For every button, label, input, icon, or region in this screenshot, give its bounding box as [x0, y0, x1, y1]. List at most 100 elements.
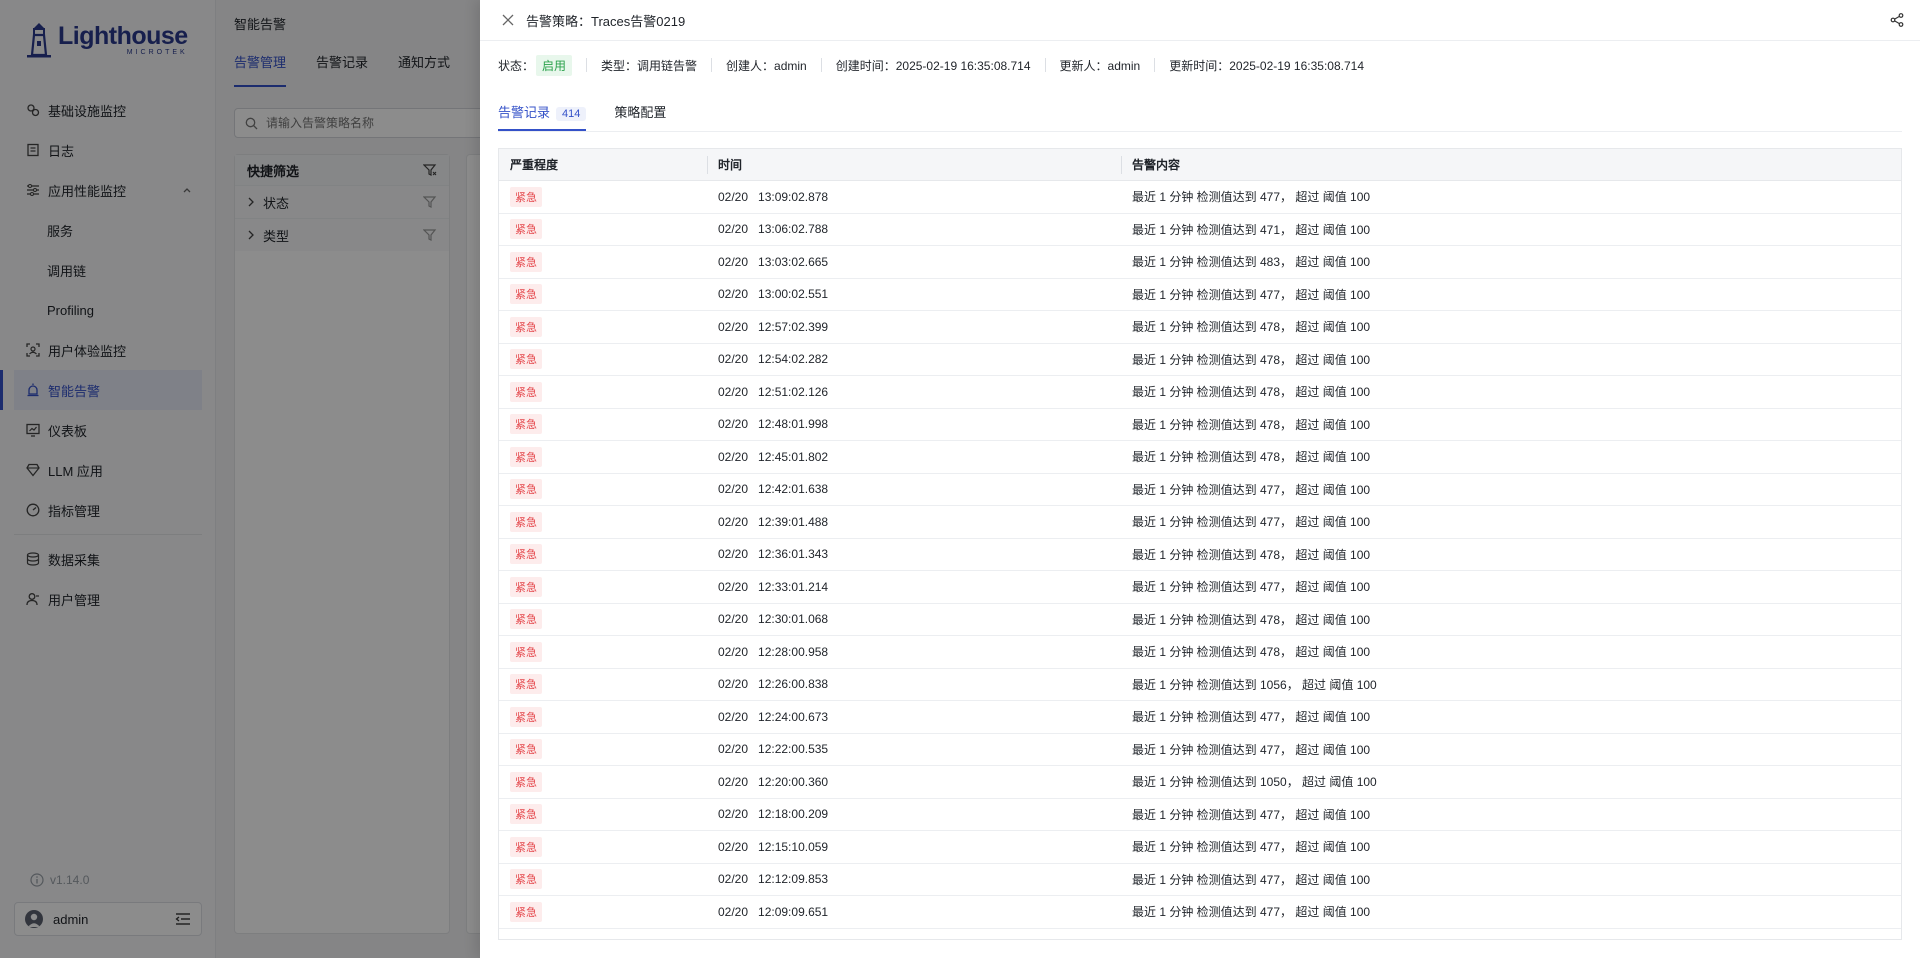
content-cell: 最近 1 分钟 检测值达到 478， 超过 阈值 100 [1132, 547, 1371, 562]
table-header: 严重程度 时间 告警内容 [499, 149, 1901, 181]
severity-cell: 紧急 [499, 311, 707, 343]
drawer-title: 告警策略：Traces告警0219 [526, 13, 686, 29]
time-cell: 02/20 13:00:02.551 [707, 279, 1121, 311]
severity-badge: 紧急 [510, 836, 542, 857]
time-cell: 02/20 12:51:02.126 [707, 376, 1121, 408]
alert-records-table: 严重程度 时间 告警内容 紧急 02/20 13:09:02.878 最近 1 分钟 … [498, 148, 1902, 940]
column-time[interactable]: 时间 [707, 149, 1121, 180]
time-cell: 02/20 12:15:10.059 [707, 831, 1121, 863]
alert-date: 02/20 [718, 287, 749, 302]
alert-date: 02/20 [718, 547, 749, 562]
table-row[interactable]: 紧急 02/20 12:51:02.126 最近 1 分钟 检测值达到 478， 超过… [499, 376, 1901, 409]
content-cell: 最近 1 分钟 检测值达到 477， 超过 阈值 100 [1132, 482, 1371, 497]
severity-badge: 紧急 [510, 869, 542, 890]
modal-mask[interactable] [0, 0, 480, 958]
alert-date: 02/20 [718, 449, 749, 464]
time-cell: 02/20 12:28:00.958 [707, 636, 1121, 668]
severity-badge: 紧急 [510, 544, 542, 565]
severity-badge: 紧急 [510, 446, 542, 467]
table-row[interactable]: 紧急 02/20 12:22:00.535 最近 1 分钟 检测值达到 477， 超过… [499, 734, 1901, 766]
table-row[interactable]: 紧急 02/20 12:30:01.068 最近 1 分钟 检测值达到 478， 超过… [499, 604, 1901, 636]
severity-badge: 紧急 [510, 381, 542, 402]
alert-time: 12:18:00.209 [758, 807, 829, 822]
table-row[interactable]: 紧急 02/20 12:36:01.343 最近 1 分钟 检测值达到 478， 超过… [499, 539, 1901, 571]
alert-date: 02/20 [718, 482, 749, 497]
column-content[interactable]: 告警内容 [1121, 149, 1901, 180]
alert-date: 02/20 [718, 709, 749, 724]
content-cell: 最近 1 分钟 检测值达到 477， 超过 阈值 100 [1132, 905, 1371, 920]
table-row[interactable]: 紧急 02/20 12:24:00.673 最近 1 分钟 检测值达到 477， 超过… [499, 701, 1901, 734]
severity-badge: 紧急 [510, 609, 542, 630]
table-row[interactable]: 紧急 02/20 12:57:02.399 最近 1 分钟 检测值达到 478， 超过… [499, 311, 1901, 344]
severity-badge: 紧急 [510, 511, 542, 532]
severity-badge: 紧急 [510, 186, 542, 207]
severity-cell: 紧急 [499, 864, 707, 896]
severity-cell: 紧急 [499, 604, 707, 636]
time-cell: 02/20 12:22:00.535 [707, 734, 1121, 766]
table-row[interactable]: 紧急 02/20 12:54:02.282 最近 1 分钟 检测值达到 478， 超过… [499, 344, 1901, 376]
alert-date: 02/20 [718, 384, 749, 399]
alert-time: 12:36:01.343 [758, 547, 829, 562]
table-row[interactable]: 紧急 02/20 12:12:09.853 最近 1 分钟 检测值达到 477， 超过… [499, 864, 1901, 896]
table-row[interactable]: 紧急 02/20 13:06:02.788 最近 1 分钟 检测值达到 471， 超过… [499, 214, 1901, 246]
severity-badge: 紧急 [510, 706, 542, 727]
status-badge: 启用 [536, 54, 573, 76]
alert-date: 02/20 [718, 352, 749, 367]
close-icon[interactable] [500, 12, 516, 28]
alert-date: 02/20 [718, 872, 749, 887]
content-cell: 最近 1 分钟 检测值达到 1056， 超过 阈值 100 [1132, 677, 1377, 692]
severity-cell: 紧急 [499, 636, 707, 668]
severity-badge: 紧急 [510, 804, 542, 825]
alert-time: 13:00:02.551 [758, 287, 829, 302]
severity-cell: 紧急 [499, 344, 707, 376]
content-cell: 最近 1 分钟 检测值达到 477， 超过 阈值 100 [1132, 287, 1371, 302]
alert-time: 12:45:01.802 [758, 449, 829, 464]
severity-cell: 紧急 [499, 701, 707, 733]
time-cell: 02/20 12:42:01.638 [707, 474, 1121, 506]
severity-badge: 紧急 [510, 219, 542, 240]
tab-alert-history[interactable]: 告警记录 414 [498, 102, 587, 131]
severity-badge: 紧急 [510, 284, 542, 305]
severity-badge: 紧急 [510, 901, 542, 922]
content-cell: 最近 1 分钟 检测值达到 478， 超过 阈值 100 [1132, 645, 1371, 660]
table-row[interactable]: 紧急 02/20 12:33:01.214 最近 1 分钟 检测值达到 477， 超过… [499, 571, 1901, 604]
share-icon[interactable] [1890, 13, 1904, 30]
severity-badge: 紧急 [510, 771, 542, 792]
table-row[interactable]: 紧急 02/20 12:42:01.638 最近 1 分钟 检测值达到 477， 超过… [499, 474, 1901, 506]
tab-policy-config[interactable]: 策略配置 [614, 102, 666, 131]
severity-cell: 紧急 [499, 214, 707, 246]
table-row[interactable]: 紧急 02/20 12:09:09.651 最近 1 分钟 检测值达到 477， 超过… [499, 896, 1901, 929]
table-row[interactable]: 紧急 02/20 12:48:01.998 最近 1 分钟 检测值达到 478， 超过… [499, 409, 1901, 441]
table-row[interactable]: 紧急 02/20 12:15:10.059 最近 1 分钟 检测值达到 477， 超过… [499, 831, 1901, 864]
time-cell: 02/20 13:09:02.878 [707, 181, 1121, 213]
record-count-badge: 414 [556, 107, 587, 121]
table-row[interactable]: 紧急 02/20 13:09:02.878 最近 1 分钟 检测值达到 477， 超过… [499, 181, 1901, 214]
severity-cell: 紧急 [499, 831, 707, 863]
severity-badge: 紧急 [510, 479, 542, 500]
severity-badge: 紧急 [510, 316, 542, 337]
alert-date: 02/20 [718, 612, 749, 627]
policy-meta: 状态： 启用 类型：调用链告警 创建人：admin 创建时间：2025-02-1… [498, 54, 1392, 76]
severity-cell: 紧急 [499, 441, 707, 473]
meta-created: 创建时间：2025-02-19 16:35:08.714 [836, 58, 1046, 73]
column-severity[interactable]: 严重程度 [499, 149, 707, 180]
table-row[interactable]: 紧急 02/20 12:45:01.802 最近 1 分钟 检测值达到 478， 超过… [499, 441, 1901, 474]
content-cell: 最近 1 分钟 检测值达到 477， 超过 阈值 100 [1132, 807, 1371, 822]
alert-date: 02/20 [718, 514, 749, 529]
table-row[interactable]: 紧急 02/20 12:20:00.360 最近 1 分钟 检测值达到 1050， 超… [499, 766, 1901, 799]
content-cell: 最近 1 分钟 检测值达到 478， 超过 阈值 100 [1132, 385, 1371, 400]
table-row[interactable]: 紧急 02/20 13:00:02.551 最近 1 分钟 检测值达到 477， 超过… [499, 279, 1901, 311]
content-cell: 最近 1 分钟 检测值达到 478， 超过 阈值 100 [1132, 417, 1371, 432]
alert-time: 12:51:02.126 [758, 384, 829, 399]
table-row[interactable]: 紧急 02/20 12:26:00.838 最近 1 分钟 检测值达到 1056， 超… [499, 669, 1901, 701]
alert-date: 02/20 [718, 222, 749, 237]
drawer-tabs: 告警记录 414 策略配置 [498, 102, 1902, 132]
table-row[interactable]: 紧急 02/20 13:03:02.665 最近 1 分钟 检测值达到 483， 超过… [499, 246, 1901, 279]
severity-cell: 紧急 [499, 571, 707, 603]
alert-time: 12:24:00.673 [758, 709, 829, 724]
table-row[interactable]: 紧急 02/20 12:28:00.958 最近 1 分钟 检测值达到 478， 超过… [499, 636, 1901, 669]
table-row[interactable]: 紧急 02/20 12:18:00.209 最近 1 分钟 检测值达到 477， 超过… [499, 799, 1901, 831]
table-row[interactable]: 紧急 02/20 12:39:01.488 最近 1 分钟 检测值达到 477， 超过… [499, 506, 1901, 539]
time-cell: 02/20 12:48:01.998 [707, 409, 1121, 441]
alert-date: 02/20 [718, 904, 749, 919]
